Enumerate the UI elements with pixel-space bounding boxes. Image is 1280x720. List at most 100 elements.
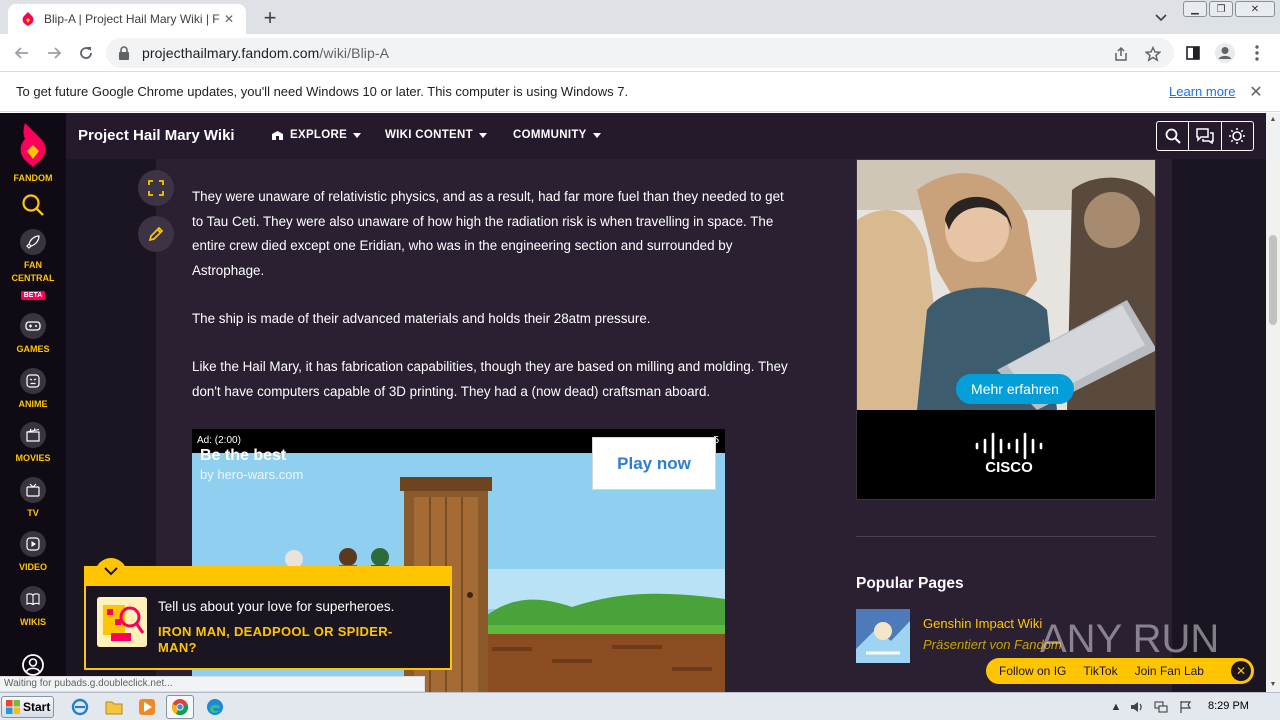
learn-more-link[interactable]: Learn more <box>1169 84 1235 99</box>
rail-label: ANIME <box>18 399 48 409</box>
wiki-name[interactable]: Project Hail Mary Wiki <box>78 127 235 144</box>
tray-arrow-icon[interactable]: ▲ <box>1108 699 1124 715</box>
fullscreen-icon[interactable] <box>138 170 174 206</box>
infobar-message: To get future Google Chrome updates, you… <box>16 84 629 99</box>
status-bubble: Waiting for pubads.g.doubleclick.net... <box>0 676 425 692</box>
cisco-logo-icon: CISCO <box>975 432 1043 474</box>
search-icon[interactable] <box>21 193 45 217</box>
open-book-icon <box>20 586 46 612</box>
page-viewport: FANDOM FAN CENTRAL BETA GAMES ANIME MOVI… <box>0 113 1266 692</box>
ad-photo <box>857 160 1155 410</box>
new-tab-button[interactable]: + <box>258 6 282 30</box>
browser-tab[interactable]: Blip-A | Project Hail Mary Wiki | Fandom… <box>8 4 246 34</box>
clapperboard-icon <box>20 422 46 448</box>
ad-headline: Be the best <box>200 447 287 464</box>
rail-label: WIKIS <box>20 617 46 627</box>
tab-title: Blip-A | Project Hail Mary Wiki | Fandom <box>44 12 220 26</box>
fandom-global-nav: FANDOM FAN CENTRAL BETA GAMES ANIME MOVI… <box>0 113 66 692</box>
theme-toggle-icon[interactable] <box>1222 122 1253 150</box>
quiz-popup[interactable]: Tell us about your love for superheroes.… <box>84 566 452 670</box>
start-label: Start <box>23 700 51 714</box>
chrome-taskbar-icon[interactable] <box>166 695 194 719</box>
mehr-erfahren-button[interactable]: Mehr erfahren <box>956 374 1074 404</box>
social-follow-bar: Follow on IG TikTok Join Fan Lab ✕ <box>986 658 1254 684</box>
popular-pages-title: Popular Pages <box>856 575 964 592</box>
profile-avatar-icon[interactable] <box>1213 41 1237 65</box>
share-icon[interactable] <box>1112 45 1130 63</box>
lock-icon[interactable] <box>118 46 132 60</box>
side-rail-ad[interactable]: Mehr erfahren CISCO <box>856 159 1156 500</box>
user-account-icon[interactable] <box>21 653 45 677</box>
page-scrollbar[interactable]: ▲ ▼ <box>1266 113 1280 692</box>
bookmark-star-icon[interactable] <box>1144 45 1162 63</box>
rail-label: FAN CENTRAL <box>11 260 55 283</box>
rail-item-wikis[interactable]: WIKIS <box>0 586 66 629</box>
scroll-thumb[interactable] <box>1269 235 1277 325</box>
rail-item-video[interactable]: VIDEO <box>0 531 66 574</box>
rail-label: TV <box>27 508 39 518</box>
popular-page-link[interactable]: Genshin Impact Wiki <box>923 616 1042 631</box>
wiki-search-icon[interactable] <box>1157 122 1190 150</box>
tv-icon <box>20 477 46 503</box>
internet-explorer-icon[interactable] <box>66 695 94 719</box>
address-bar[interactable]: projecthailmary.fandom.com/wiki/Blip-A <box>106 38 1174 68</box>
quiz-collapse-chevron-icon[interactable] <box>95 558 127 584</box>
rail-item-fan-central[interactable]: FAN CENTRAL BETA <box>0 229 66 300</box>
back-icon[interactable] <box>10 41 34 65</box>
update-infobar: To get future Google Chrome updates, you… <box>0 72 1280 112</box>
rail-item-anime[interactable]: ANIME <box>0 368 66 411</box>
media-player-icon[interactable] <box>133 695 161 719</box>
volume-icon[interactable] <box>1129 699 1145 715</box>
ad-play-now-button[interactable]: Play now <box>592 437 716 490</box>
wiki-tools <box>1156 121 1254 151</box>
tab-close-icon[interactable]: ✕ <box>220 10 238 28</box>
rail-label: VIDEO <box>18 562 47 572</box>
scroll-down-arrow-icon[interactable]: ▼ <box>1269 681 1277 689</box>
infobar-close-icon[interactable]: ✕ <box>1246 82 1266 102</box>
start-button[interactable]: Start <box>1 696 54 718</box>
anime-face-icon <box>20 368 46 394</box>
fandom-logo-label: FANDOM <box>13 173 53 183</box>
edit-pencil-icon[interactable] <box>138 216 174 252</box>
chrome-menu-icon[interactable] <box>1245 41 1269 65</box>
rail-item-games[interactable]: GAMES <box>0 313 66 356</box>
anyrun-watermark: ANY RUN <box>1040 617 1219 661</box>
scroll-up-arrow-icon[interactable]: ▲ <box>1269 116 1277 124</box>
tab-search-icon[interactable] <box>1150 8 1172 28</box>
beta-badge: BETA <box>20 291 46 300</box>
tab-strip: Blip-A | Project Hail Mary Wiki | Fandom… <box>0 0 1280 34</box>
quiz-question: Tell us about your love for superheroes. <box>158 599 395 614</box>
nav-community[interactable]: COMMUNITY <box>513 129 601 141</box>
chevron-down-icon <box>353 132 362 138</box>
forward-icon[interactable] <box>42 41 66 65</box>
network-icon[interactable] <box>1153 699 1169 715</box>
action-center-flag-icon[interactable] <box>1178 699 1194 715</box>
file-explorer-icon[interactable] <box>100 695 128 719</box>
fandom-logo-icon[interactable] <box>15 121 51 169</box>
rail-item-movies[interactable]: MOVIES <box>0 422 66 465</box>
follow-ig-link[interactable]: Follow on IG <box>999 664 1066 678</box>
rail-item-tv[interactable]: TV <box>0 477 66 520</box>
social-close-icon[interactable]: ✕ <box>1231 661 1251 681</box>
discussions-icon[interactable] <box>1189 122 1222 150</box>
rail-label: MOVIES <box>15 453 51 463</box>
close-window-button[interactable]: ✕ <box>1235 1 1275 17</box>
minimize-button[interactable]: ▁ <box>1183 1 1207 17</box>
reload-icon[interactable] <box>74 41 98 65</box>
nav-explore[interactable]: EXPLORE <box>271 129 362 141</box>
join-fan-lab-link[interactable]: Join Fan Lab <box>1135 664 1204 678</box>
tiktok-link[interactable]: TikTok <box>1083 664 1117 678</box>
nav-label: COMMUNITY <box>513 129 587 141</box>
article-paragraph: Like the Hail Mary, it has fabrication c… <box>192 359 788 399</box>
restore-button[interactable]: ❐ <box>1209 1 1233 17</box>
fandom-favicon-icon <box>22 12 34 26</box>
taskbar-clock[interactable]: 8:29 PM <box>1208 700 1249 712</box>
ad-advertiser: by hero-wars.com <box>200 467 304 482</box>
side-panel-icon[interactable] <box>1181 41 1205 65</box>
popular-page-thumbnail[interactable] <box>856 609 910 663</box>
url-text: projecthailmary.fandom.com/wiki/Blip-A <box>142 45 389 61</box>
nav-wiki-content[interactable]: WIKI CONTENT <box>385 129 487 141</box>
edge-icon[interactable] <box>201 695 229 719</box>
quiz-answer[interactable]: IRON MAN, DEADPOOL OR SPIDER-MAN? <box>158 624 428 656</box>
play-video-icon <box>20 531 46 557</box>
